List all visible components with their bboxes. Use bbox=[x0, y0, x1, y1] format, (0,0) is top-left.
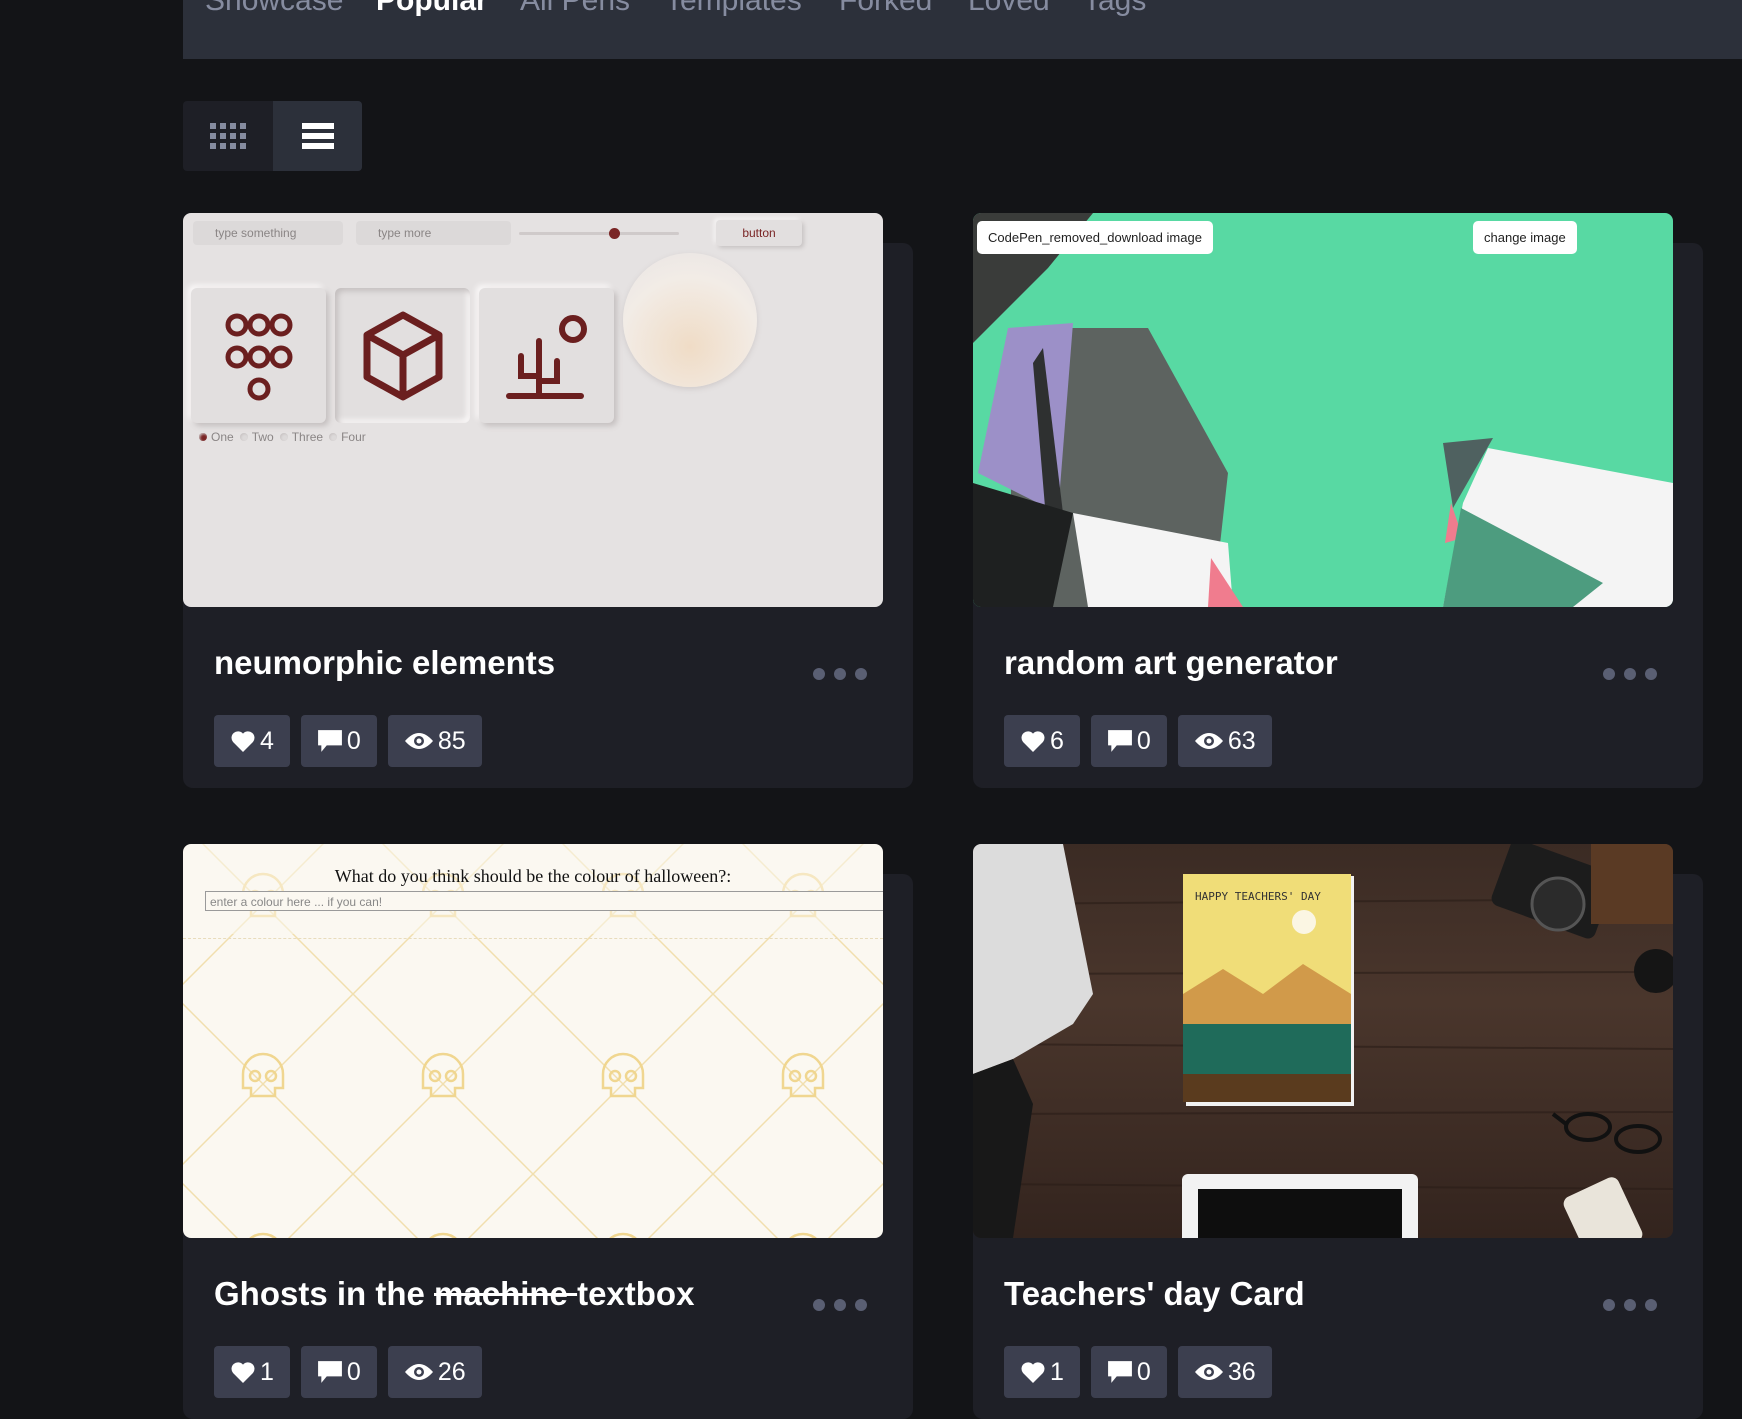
pen-title[interactable]: neumorphic elements bbox=[214, 644, 555, 682]
dots-tile-icon bbox=[191, 288, 326, 423]
more-options-button[interactable] bbox=[813, 1299, 876, 1311]
heart-icon bbox=[231, 1362, 255, 1383]
pen-card: type something type more button One Two … bbox=[183, 213, 913, 788]
comments-button[interactable]: 0 bbox=[1090, 1346, 1167, 1398]
profile-tab-bar: Showcase Popular All Pens Templates Fork… bbox=[183, 0, 1742, 59]
views-button[interactable]: 85 bbox=[387, 715, 482, 767]
list-icon bbox=[301, 119, 334, 153]
love-button[interactable]: 1 bbox=[1004, 1346, 1080, 1398]
download-image-button: CodePen_removed_download image bbox=[977, 221, 1213, 254]
pen-title[interactable]: Teachers' day Card bbox=[1004, 1275, 1305, 1313]
preview-button: button bbox=[716, 220, 802, 246]
love-count: 6 bbox=[1050, 726, 1064, 755]
eye-icon bbox=[404, 733, 433, 749]
love-button[interactable]: 4 bbox=[214, 715, 290, 767]
pen-stats: 1 0 36 bbox=[1004, 1346, 1283, 1398]
view-count: 26 bbox=[437, 1357, 466, 1386]
eye-icon bbox=[1194, 1364, 1223, 1380]
comments-button[interactable]: 0 bbox=[1090, 715, 1167, 767]
tab-all-pens[interactable]: All Pens bbox=[520, 0, 630, 18]
tab-forked[interactable]: Forked bbox=[839, 0, 932, 18]
more-options-button[interactable] bbox=[1603, 1299, 1666, 1311]
love-count: 1 bbox=[1050, 1357, 1064, 1386]
views-button[interactable]: 63 bbox=[1177, 715, 1272, 767]
view-count: 63 bbox=[1227, 726, 1256, 755]
love-button[interactable]: 1 bbox=[214, 1346, 290, 1398]
comment-count: 0 bbox=[1136, 1357, 1151, 1386]
change-image-button: change image bbox=[1473, 221, 1577, 254]
comment-icon bbox=[1107, 730, 1132, 752]
comments-button[interactable]: 0 bbox=[300, 715, 377, 767]
preview-slider bbox=[519, 228, 679, 239]
pen-stats: 1 0 26 bbox=[214, 1346, 493, 1398]
love-count: 4 bbox=[260, 726, 274, 755]
colour-input: enter a colour here ... if you can! bbox=[205, 891, 883, 911]
tab-loved[interactable]: Loved bbox=[968, 0, 1050, 18]
title-prefix: Ghosts in the bbox=[214, 1275, 435, 1312]
neumorphic-preview: type something type more button One Two … bbox=[183, 213, 883, 607]
pen-card: CodePen_removed_download image change im… bbox=[973, 213, 1703, 788]
title-struck: machine bbox=[434, 1275, 578, 1312]
radio-label: Two bbox=[251, 430, 274, 444]
pen-title[interactable]: Ghosts in the machine textbox bbox=[214, 1275, 694, 1313]
pen-preview[interactable]: CodePen_removed_download image change im… bbox=[973, 213, 1673, 607]
radio-label: One bbox=[211, 430, 234, 444]
radio-label: Four bbox=[341, 430, 366, 444]
card-text: HAPPY TEACHERS' DAY bbox=[1195, 890, 1321, 903]
grid-icon bbox=[210, 123, 246, 149]
cube-tile-icon bbox=[335, 288, 470, 423]
pen-preview[interactable]: What do you think should be the colour o… bbox=[183, 844, 883, 1238]
pen-card: HAPPY TEACHERS' DAY Teachers' day Card 1… bbox=[973, 844, 1703, 1419]
desk-photo: HAPPY TEACHERS' DAY bbox=[973, 844, 1673, 1238]
heart-icon bbox=[1021, 1362, 1045, 1383]
tab-popular[interactable]: Popular bbox=[376, 0, 488, 18]
more-options-button[interactable] bbox=[813, 668, 876, 680]
heart-icon bbox=[231, 731, 255, 752]
cactus-tile-icon bbox=[479, 288, 614, 423]
comment-icon bbox=[1107, 1361, 1132, 1383]
views-button[interactable]: 26 bbox=[387, 1346, 482, 1398]
view-count: 85 bbox=[437, 726, 466, 755]
tab-showcase[interactable]: Showcase bbox=[205, 0, 343, 18]
comment-count: 0 bbox=[346, 1357, 361, 1386]
radio-label: Three bbox=[291, 430, 324, 444]
comment-count: 0 bbox=[1136, 726, 1151, 755]
love-count: 1 bbox=[260, 1357, 274, 1386]
geometric-art-image bbox=[973, 213, 1673, 607]
comments-button[interactable]: 0 bbox=[300, 1346, 377, 1398]
more-options-button[interactable] bbox=[1603, 668, 1666, 680]
title-suffix: textbox bbox=[577, 1275, 695, 1312]
pen-stats: 6 0 63 bbox=[1004, 715, 1283, 767]
love-button[interactable]: 6 bbox=[1004, 715, 1080, 767]
pen-card: What do you think should be the colour o… bbox=[183, 844, 913, 1419]
preview-input-2: type more bbox=[356, 221, 511, 245]
tab-tags[interactable]: Tags bbox=[1083, 0, 1146, 18]
list-view-button[interactable] bbox=[273, 101, 362, 171]
pen-title[interactable]: random art generator bbox=[1004, 644, 1338, 682]
preview-input-1: type something bbox=[193, 221, 343, 245]
question-label: What do you think should be the colour o… bbox=[334, 866, 732, 886]
view-toggle bbox=[183, 101, 362, 171]
pen-stats: 4 0 85 bbox=[214, 715, 493, 767]
comment-icon bbox=[317, 730, 342, 752]
grid-view-button[interactable] bbox=[183, 101, 273, 171]
view-count: 36 bbox=[1227, 1357, 1256, 1386]
comment-icon bbox=[317, 1361, 342, 1383]
views-button[interactable]: 36 bbox=[1177, 1346, 1272, 1398]
tab-templates[interactable]: Templates bbox=[665, 0, 802, 18]
preview-radios: One Two Three Four bbox=[193, 430, 366, 444]
comment-count: 0 bbox=[346, 726, 361, 755]
dashed-divider bbox=[183, 938, 883, 939]
pen-preview[interactable]: HAPPY TEACHERS' DAY bbox=[973, 844, 1673, 1238]
pen-preview[interactable]: type something type more button One Two … bbox=[183, 213, 883, 607]
preview-ball bbox=[623, 253, 757, 387]
eye-icon bbox=[1194, 733, 1223, 749]
eye-icon bbox=[404, 1364, 433, 1380]
heart-icon bbox=[1021, 731, 1045, 752]
halloween-preview: What do you think should be the colour o… bbox=[183, 844, 883, 1238]
